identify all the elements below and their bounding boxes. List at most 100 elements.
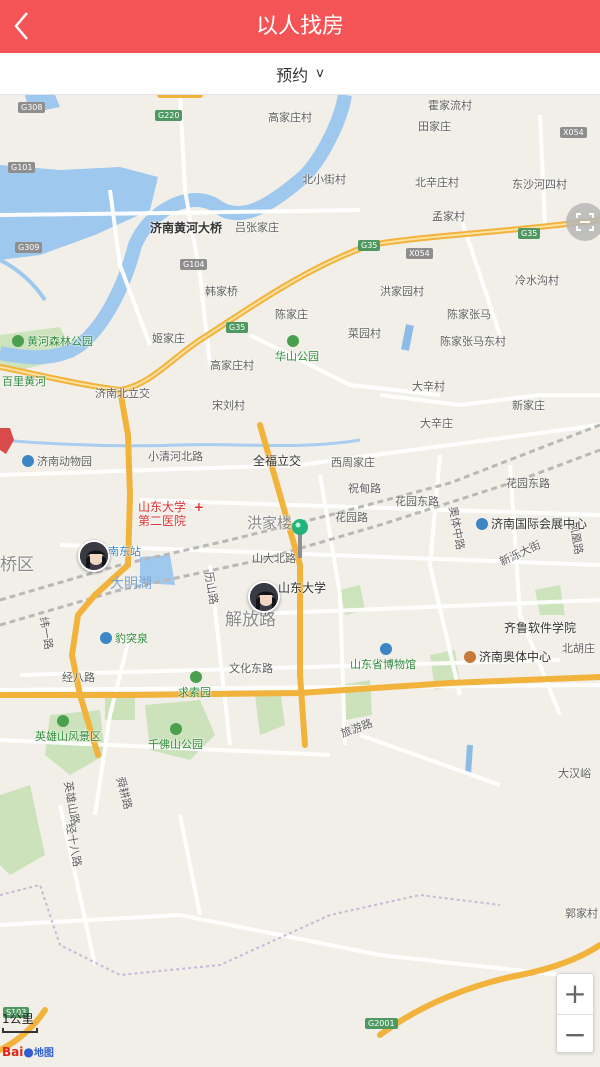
place-label: 高家庄村	[210, 359, 254, 372]
road-shield: G220	[155, 110, 183, 121]
park-icon	[287, 335, 299, 347]
place-label: 花园东路	[506, 477, 550, 490]
zoom-out-button[interactable]: −	[557, 1014, 593, 1054]
road-shield: G35	[226, 322, 249, 333]
road-shield: G308	[18, 102, 46, 113]
poi-spring[interactable]: 豹突泉	[100, 630, 148, 646]
place-label: 菜园村	[348, 327, 381, 340]
place-label: 小清河北路	[148, 450, 203, 463]
place-label: 吕张家庄	[235, 221, 279, 234]
place-label: 全福立交	[253, 454, 302, 468]
paw-icon: ●	[23, 1045, 34, 1059]
place-label: 高家庄村	[268, 111, 312, 124]
scan-icon	[576, 213, 594, 231]
place-label: 花园东路	[395, 495, 439, 508]
place-label: 郭家村	[565, 907, 598, 920]
place-label: 齐鲁软件学院	[504, 621, 577, 635]
poi-label: 济南国际会展中心	[491, 517, 588, 531]
district-label: 洪家楼	[247, 514, 293, 532]
place-label: 冷水沟村	[515, 274, 559, 287]
park-icon	[170, 723, 182, 735]
poi-olympic[interactable]: 济南奥体中心	[464, 648, 551, 665]
road-shield: G309	[15, 242, 43, 253]
place-label: 洪家园村	[380, 285, 424, 298]
logo-text: Bai	[2, 1045, 24, 1059]
poi-label: 英雄山风景区	[35, 730, 101, 743]
logo-text-2: 地图	[33, 1048, 54, 1059]
place-label: 新家庄	[512, 399, 545, 412]
place-label: 西周家庄	[331, 456, 375, 469]
poi-park[interactable]: 黄河森林公园	[12, 333, 93, 349]
poi-label: 山东大学第二医院	[138, 500, 187, 528]
poi-museum[interactable]: 山东省博物馆	[350, 643, 416, 672]
road-shield: X054	[560, 127, 587, 138]
zoom-controls: + −	[556, 973, 594, 1053]
poi-station[interactable]: 南东站	[108, 543, 141, 559]
poi-label: 南东站	[108, 545, 141, 558]
poi-label: 济南奥体中心	[479, 650, 552, 664]
zoo-icon	[22, 455, 34, 467]
map-view[interactable]: G308 G220 G101 G309 G35 G35 G35 G104 X05…	[0, 95, 600, 1067]
scan-button[interactable]	[566, 203, 600, 241]
place-label: 东沙河四村	[512, 178, 567, 191]
road-shield: G35	[358, 240, 381, 251]
dropdown-label: 预约	[276, 65, 309, 85]
spring-icon	[100, 632, 112, 644]
road-shield: G104	[180, 259, 208, 270]
road-shield: X054	[406, 248, 433, 259]
place-label: 北小街村	[302, 173, 346, 186]
museum-icon	[380, 643, 392, 655]
app-header: 以人找房	[0, 0, 600, 53]
lake-label: 大明湖	[110, 576, 152, 592]
park-icon	[12, 335, 24, 347]
poi-hospital[interactable]: 山东大学第二医院 +	[138, 500, 204, 528]
place-label: 北辛庄村	[415, 176, 459, 189]
poi-label: 求索园	[178, 686, 211, 699]
poi-label: 华山公园	[275, 350, 319, 363]
park-icon	[57, 715, 69, 727]
poi-scenic[interactable]: 英雄山风景区	[35, 715, 101, 744]
place-label: 百里黄河	[2, 375, 46, 388]
baidu-map-logo: Bai●地图	[2, 1044, 54, 1059]
road-shield: G2001	[365, 1018, 398, 1029]
poi-park[interactable]: 华山公园	[275, 335, 319, 364]
poi-label: 千佛山公园	[148, 738, 203, 751]
page-title: 以人找房	[255, 14, 344, 39]
location-marker-icon[interactable]	[0, 428, 14, 454]
filter-bar: 预约 v	[0, 53, 600, 95]
scale-label: 1公里	[2, 1012, 34, 1026]
place-label: 宋刘村	[212, 399, 245, 412]
place-label: 花园路	[335, 511, 368, 524]
appointment-dropdown[interactable]: 预约 v	[276, 62, 324, 86]
park-icon	[190, 671, 202, 683]
place-label: 山东大学	[278, 581, 327, 595]
zoom-in-button[interactable]: +	[557, 974, 593, 1014]
poi-label: 山东省博物馆	[350, 658, 416, 671]
building-icon	[476, 518, 488, 530]
place-label: 北胡庄	[562, 642, 595, 655]
poi-park[interactable]: 求索园	[178, 671, 211, 700]
district-label: 桥区	[0, 555, 34, 575]
place-label: 大辛庄	[420, 417, 453, 430]
place-label: 陈家张马	[447, 308, 491, 321]
place-label: 田家庄	[418, 120, 451, 133]
poi-zoo[interactable]: 济南动物园	[22, 453, 92, 469]
road-shield: G101	[8, 162, 36, 173]
place-label: 孟家村	[432, 210, 465, 223]
place-label: 姬家庄	[152, 332, 185, 345]
poi-scenic[interactable]: 千佛山公园	[148, 723, 203, 752]
place-label: 文化东路	[229, 662, 273, 675]
place-label: 韩家桥	[205, 285, 238, 298]
place-label: 祝甸路	[348, 482, 381, 495]
user-avatar[interactable]	[248, 581, 280, 613]
place-label: 大辛村	[412, 380, 445, 393]
poi-expo[interactable]: 济南国际会展中心	[476, 515, 587, 532]
stadium-icon	[464, 651, 476, 663]
poi-label: 黄河森林公园	[27, 335, 93, 348]
dropdown-arrow-icon: v	[316, 66, 324, 81]
place-label: 山大北路	[252, 552, 296, 565]
location-pin-icon[interactable]	[291, 518, 309, 560]
place-label: 经八路	[62, 671, 95, 684]
poi-label: 豹突泉	[115, 632, 148, 645]
user-avatar[interactable]	[78, 540, 110, 572]
